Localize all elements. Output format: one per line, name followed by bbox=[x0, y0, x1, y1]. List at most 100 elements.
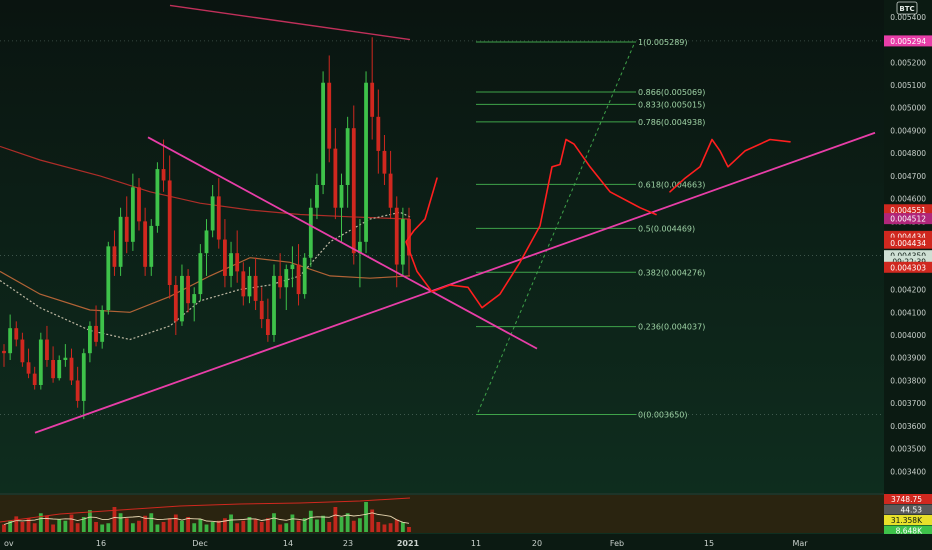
price-tick-label: 0.004000 bbox=[890, 331, 926, 340]
candle-up[interactable] bbox=[339, 185, 344, 208]
candle-up[interactable] bbox=[57, 360, 62, 379]
volume-bar bbox=[173, 514, 178, 532]
fib-level-label: 0.618(0.004663) bbox=[638, 180, 705, 189]
candle-down[interactable] bbox=[20, 339, 25, 363]
volume-bar bbox=[382, 524, 387, 532]
volume-bar bbox=[57, 519, 62, 532]
candle-up[interactable] bbox=[130, 187, 135, 242]
candle-down[interactable] bbox=[124, 216, 129, 242]
price-tick-label: 0.003800 bbox=[890, 376, 926, 385]
price-tick-label: 0.005200 bbox=[890, 58, 926, 67]
candle-down[interactable] bbox=[161, 169, 166, 181]
candle-down[interactable] bbox=[51, 360, 55, 379]
candle-down[interactable] bbox=[112, 246, 117, 267]
candle-up[interactable] bbox=[81, 353, 86, 401]
candle-up[interactable] bbox=[345, 128, 350, 185]
candle-down[interactable] bbox=[75, 380, 80, 401]
candle-up[interactable] bbox=[284, 269, 289, 288]
candle-up[interactable] bbox=[8, 328, 13, 354]
fib-level-label: 0(0.003650) bbox=[638, 411, 688, 420]
volume-bar bbox=[253, 519, 258, 532]
candle-up[interactable] bbox=[149, 225, 154, 267]
candle-up[interactable] bbox=[106, 246, 111, 310]
volume-bar bbox=[63, 520, 68, 532]
candle-up[interactable] bbox=[247, 275, 252, 297]
candle-down[interactable] bbox=[235, 253, 240, 272]
candle-up[interactable] bbox=[38, 339, 43, 385]
candle-down[interactable] bbox=[32, 373, 37, 385]
candle-up[interactable] bbox=[198, 253, 203, 295]
candle-down[interactable] bbox=[137, 187, 141, 222]
candle-up[interactable] bbox=[272, 275, 276, 335]
candle-up[interactable] bbox=[100, 310, 105, 342]
volume-badge-label: 31.358K bbox=[891, 516, 923, 525]
candle-up[interactable] bbox=[290, 264, 295, 270]
volume-bar bbox=[2, 524, 6, 532]
candle-down[interactable] bbox=[216, 196, 221, 240]
candle-down[interactable] bbox=[253, 275, 258, 301]
price-chart[interactable]: 1(0.005289) 0.866(0.005069) 0.833(0.005015… bbox=[0, 0, 932, 550]
candle-down[interactable] bbox=[167, 180, 172, 285]
time-axis[interactable]: ov 16 Dec 14 23 2021 11 20 Feb 15 Mar bbox=[0, 534, 932, 550]
candle-down[interactable] bbox=[296, 264, 301, 295]
candle-down[interactable] bbox=[2, 350, 6, 354]
price-badge[interactable]: 0.005294 bbox=[884, 35, 932, 47]
symbol-badge-label: BTC bbox=[899, 5, 914, 13]
candle-up[interactable] bbox=[118, 216, 123, 267]
candle-up[interactable] bbox=[210, 196, 215, 231]
candle-up[interactable] bbox=[180, 275, 184, 322]
price-badge[interactable]: 0.004303 bbox=[884, 261, 932, 273]
candle-down[interactable] bbox=[186, 275, 190, 304]
candle-up[interactable] bbox=[364, 82, 368, 242]
fib-level-label: 0.5(0.004469) bbox=[638, 224, 695, 233]
chart-background bbox=[0, 0, 884, 550]
volume-bar bbox=[75, 523, 80, 532]
candle-up[interactable] bbox=[302, 257, 307, 295]
candle-down[interactable] bbox=[14, 328, 19, 340]
volume-bar bbox=[290, 514, 295, 532]
price-tick-label: 0.004200 bbox=[890, 286, 926, 295]
candle-down[interactable] bbox=[265, 319, 270, 335]
volume-bar bbox=[364, 502, 368, 532]
price-tick-label: 0.003400 bbox=[890, 467, 926, 476]
candle-down[interactable] bbox=[143, 221, 148, 267]
candle-down[interactable] bbox=[26, 362, 31, 374]
candle-down[interactable] bbox=[370, 82, 375, 117]
candle-up[interactable] bbox=[192, 294, 197, 304]
time-tick-label: Dec bbox=[192, 539, 207, 548]
price-badge[interactable]: 0.004434 bbox=[884, 237, 932, 249]
candle-down[interactable] bbox=[327, 82, 332, 149]
candle-up[interactable] bbox=[400, 219, 405, 265]
candle-down[interactable] bbox=[333, 148, 338, 208]
candle-down[interactable] bbox=[394, 207, 399, 265]
price-badge-label: 0.004512 bbox=[890, 215, 926, 224]
volume-bar bbox=[315, 519, 319, 532]
candle-down[interactable] bbox=[94, 325, 98, 342]
candle-up[interactable] bbox=[308, 207, 313, 258]
candle-down[interactable] bbox=[351, 128, 356, 254]
volume-bar bbox=[20, 522, 25, 532]
price-badge[interactable]: 0.004512 bbox=[884, 213, 932, 225]
volume-bar bbox=[345, 513, 350, 532]
candle-up[interactable] bbox=[229, 253, 233, 276]
candle-down[interactable] bbox=[259, 300, 264, 320]
candle-up[interactable] bbox=[315, 185, 319, 208]
volume-bar bbox=[296, 520, 301, 532]
candle-down[interactable] bbox=[45, 339, 49, 360]
candle-up[interactable] bbox=[204, 230, 209, 254]
candle-up[interactable] bbox=[321, 82, 325, 185]
volume-bar bbox=[229, 514, 233, 532]
fib-level-label: 0.236(0.004037) bbox=[638, 323, 705, 332]
candle-down[interactable] bbox=[173, 285, 178, 322]
candle-up[interactable] bbox=[63, 357, 68, 360]
candle-up[interactable] bbox=[88, 325, 92, 354]
candle-down[interactable] bbox=[376, 116, 381, 151]
candle-down[interactable] bbox=[69, 357, 74, 381]
price-badge-label: 0.004434 bbox=[890, 239, 926, 248]
candle-down[interactable] bbox=[223, 239, 227, 276]
candle-down[interactable] bbox=[241, 271, 246, 297]
candle-up[interactable] bbox=[155, 169, 160, 226]
candle-down[interactable] bbox=[278, 275, 283, 288]
candle-down[interactable] bbox=[388, 173, 393, 208]
candle-down[interactable] bbox=[382, 150, 387, 174]
